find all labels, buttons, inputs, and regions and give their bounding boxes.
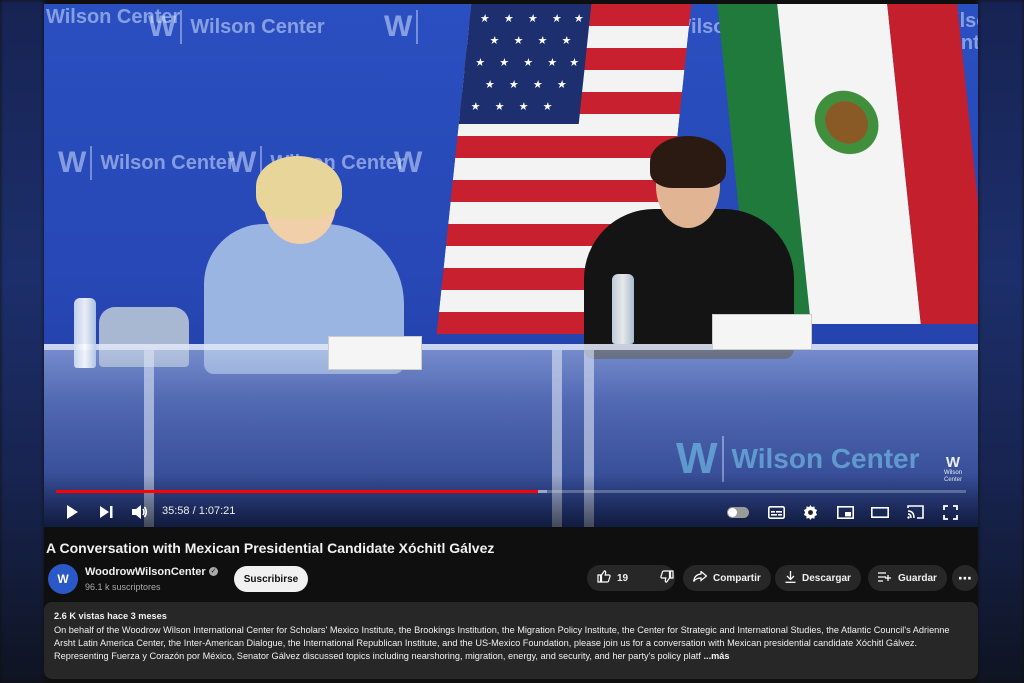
download-label: Descargar <box>802 572 851 584</box>
share-button[interactable]: Compartir <box>683 565 771 591</box>
backdrop-logo: WWilson Center <box>58 146 235 180</box>
progress-bar[interactable] <box>56 490 966 493</box>
time-total: 1:07:21 <box>198 505 236 517</box>
background-right-blur <box>978 0 1024 683</box>
volume-icon[interactable] <box>130 502 150 522</box>
save-playlist-icon <box>878 571 892 585</box>
description-box[interactable]: 2.6 K vistas hace 3 meses On behalf of t… <box>44 602 978 679</box>
subtitles-icon[interactable] <box>766 502 786 522</box>
dislike-icon <box>660 570 674 586</box>
speaker-right-hair <box>650 136 726 188</box>
autoplay-toggle[interactable] <box>727 507 749 518</box>
cast-icon[interactable] <box>905 502 925 522</box>
watch-page: Wilson Center WWilson Center W WWilson C… <box>44 4 978 679</box>
like-count: 19 <box>617 572 629 584</box>
view-count-date: 2.6 K vistas hace 3 meses <box>54 611 167 621</box>
channel-actions-row: W WoodrowWilsonCenter ✓ 96.1 k suscripto… <box>44 564 978 600</box>
save-button[interactable]: Guardar <box>868 565 947 591</box>
more-actions-button[interactable]: ⋯ <box>952 565 978 591</box>
background-left-blur <box>0 0 44 683</box>
backdrop-logo: W <box>384 10 419 44</box>
subscribe-button[interactable]: Suscribirse <box>234 566 308 592</box>
fullscreen-icon[interactable] <box>940 502 960 522</box>
next-icon[interactable] <box>96 502 116 522</box>
share-label: Compartir <box>713 572 761 584</box>
nameplate-left <box>328 336 422 370</box>
like-dislike-group: 19 <box>587 565 675 591</box>
time-display: 35:58 / 1:07:21 <box>162 505 236 517</box>
channel-name[interactable]: WoodrowWilsonCenter <box>85 566 206 578</box>
miniplayer-icon[interactable] <box>835 502 855 522</box>
like-icon <box>597 570 611 586</box>
play-icon[interactable] <box>62 502 82 522</box>
more-icon: ⋯ <box>958 569 972 586</box>
dislike-button[interactable] <box>650 565 684 591</box>
speaker-left-hair <box>256 156 342 220</box>
progress-played <box>56 490 539 493</box>
backdrop-logo: W <box>394 146 422 179</box>
nameplate-right <box>712 314 812 350</box>
channel-avatar[interactable]: W <box>48 564 78 594</box>
video-title: A Conversation with Mexican Presidential… <box>46 540 495 556</box>
share-icon <box>693 570 708 585</box>
time-current: 35:58 <box>162 505 190 517</box>
show-more-link[interactable]: ...más <box>703 651 729 661</box>
download-button[interactable]: Descargar <box>775 565 861 591</box>
save-label: Guardar <box>898 572 937 584</box>
like-button[interactable]: 19 <box>587 565 638 591</box>
water-bottle <box>612 274 634 344</box>
description-text: On behalf of the Woodrow Wilson Internat… <box>54 625 950 661</box>
subscriber-count: 96.1 k suscriptores <box>85 582 161 592</box>
backdrop-logo: WWilson Center <box>148 10 325 44</box>
settings-gear-icon[interactable] <box>800 502 820 522</box>
video-frame: Wilson Center WWilson Center W WWilson C… <box>44 4 978 527</box>
download-icon <box>785 570 796 586</box>
water-bottle <box>74 298 96 368</box>
verified-badge-icon: ✓ <box>209 567 218 576</box>
video-player[interactable]: Wilson Center WWilson Center W WWilson C… <box>44 4 978 527</box>
player-controls: 35:58 / 1:07:21 <box>44 474 978 527</box>
theater-mode-icon[interactable] <box>870 502 890 522</box>
